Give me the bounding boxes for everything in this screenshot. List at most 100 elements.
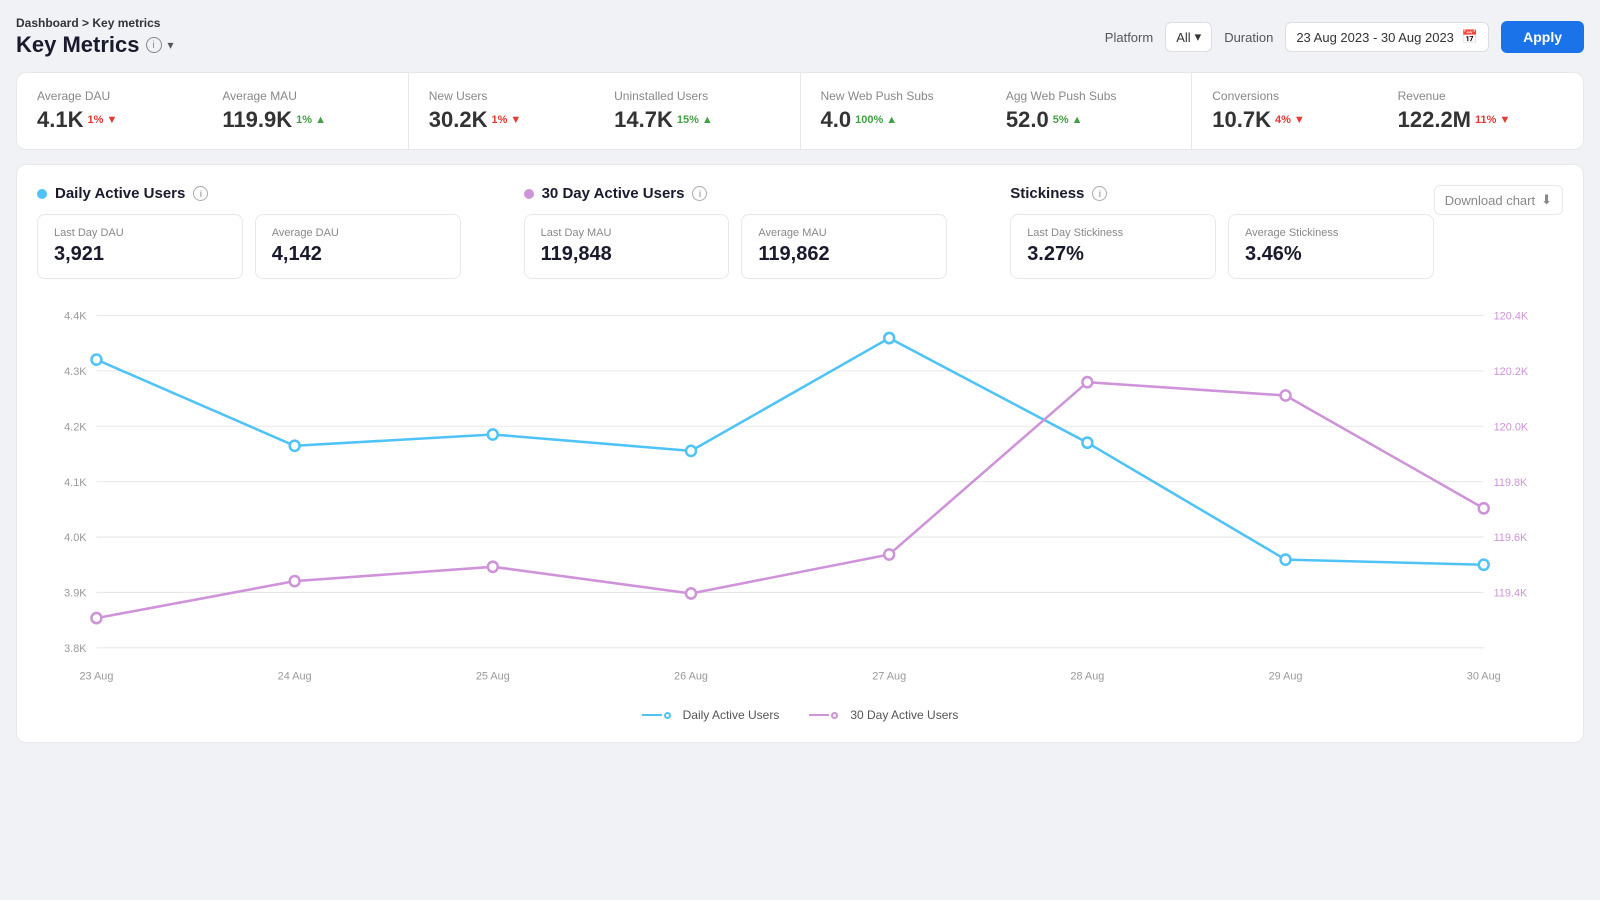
stat-label: Last Day Stickiness [1027, 227, 1199, 239]
metric-change: 15% ▲ [677, 114, 713, 126]
mau-panel: 30 Day Active Users i Last Day MAU 119,8… [524, 185, 978, 279]
average-mau-card: Average MAU 119,862 [741, 214, 947, 279]
chart-header: Daily Active Users i Last Day DAU 3,921 … [37, 185, 1563, 279]
svg-text:3.8K: 3.8K [64, 643, 87, 655]
svg-text:119.4K: 119.4K [1494, 587, 1528, 599]
legend-dau-label: Daily Active Users [683, 708, 780, 722]
svg-text:4.0K: 4.0K [64, 532, 87, 544]
apply-button[interactable]: Apply [1501, 21, 1584, 53]
metric-new-web-push: New Web Push Subs 4.0 100% ▲ [821, 89, 1006, 133]
stat-value: 119,848 [541, 243, 713, 266]
svg-text:27 Aug: 27 Aug [872, 670, 906, 682]
stat-value: 3.27% [1027, 243, 1199, 266]
svg-text:119.6K: 119.6K [1494, 532, 1528, 544]
dau-panel-title: Daily Active Users i [37, 185, 461, 202]
metric-label: New Web Push Subs [821, 89, 986, 103]
svg-text:28 Aug: 28 Aug [1070, 670, 1104, 682]
chart-container: 4.4K 4.3K 4.2K 4.1K 4.0K 3.9K 3.8K 120.4… [37, 295, 1563, 698]
dau-stat-cards: Last Day DAU 3,921 Average DAU 4,142 [37, 214, 461, 279]
svg-text:25 Aug: 25 Aug [476, 670, 510, 682]
metric-group-1: Average DAU 4.1K 1% ▼ Average MAU 119.9K… [17, 73, 409, 149]
metric-group-2: New Users 30.2K 1% ▼ Uninstalled Users 1… [409, 73, 801, 149]
metric-change: 1% ▼ [491, 114, 521, 126]
metric-value: 52.0 5% ▲ [1006, 107, 1171, 133]
page-title-chevron-icon[interactable]: ▾ [168, 38, 174, 52]
svg-text:4.4K: 4.4K [64, 310, 87, 322]
svg-text:120.4K: 120.4K [1494, 310, 1529, 322]
metric-label: Agg Web Push Subs [1006, 89, 1171, 103]
metric-change: 11% ▼ [1475, 114, 1510, 126]
svg-text:4.1K: 4.1K [64, 477, 87, 489]
last-day-stickiness-card: Last Day Stickiness 3.27% [1010, 214, 1216, 279]
dau-dot-icon [37, 189, 47, 199]
metric-new-users: New Users 30.2K 1% ▼ [429, 89, 614, 133]
breadcrumb: Dashboard > Key metrics [16, 16, 174, 30]
stat-value: 119,862 [758, 243, 930, 266]
svg-text:4.3K: 4.3K [64, 366, 87, 378]
platform-chevron-icon: ▾ [1195, 29, 1202, 45]
mau-panel-title: 30 Day Active Users i [524, 185, 948, 202]
svg-text:120.2K: 120.2K [1494, 366, 1529, 378]
stat-value: 3.46% [1245, 243, 1417, 266]
metric-value: 30.2K 1% ▼ [429, 107, 594, 133]
stat-label: Last Day MAU [541, 227, 713, 239]
dau-info-icon[interactable]: i [193, 186, 208, 201]
metric-group-3: New Web Push Subs 4.0 100% ▲ Agg Web Pus… [801, 73, 1193, 149]
metric-average-dau: Average DAU 4.1K 1% ▼ [37, 89, 222, 133]
svg-text:26 Aug: 26 Aug [674, 670, 708, 682]
mau-info-icon[interactable]: i [692, 186, 707, 201]
metric-label: Average DAU [37, 89, 202, 103]
metric-value: 122.2M 11% ▼ [1398, 107, 1563, 133]
stat-value: 3,921 [54, 243, 226, 266]
metric-uninstalled-users: Uninstalled Users 14.7K 15% ▲ [614, 89, 779, 133]
platform-label: Platform [1105, 30, 1153, 45]
metric-value: 119.9K 1% ▲ [222, 107, 387, 133]
metric-value: 14.7K 15% ▲ [614, 107, 779, 133]
metric-value: 10.7K 4% ▼ [1212, 107, 1377, 133]
average-dau-card: Average DAU 4,142 [255, 214, 461, 279]
metric-change: 100% ▲ [855, 114, 897, 126]
metrics-row: Average DAU 4.1K 1% ▼ Average MAU 119.9K… [16, 72, 1584, 150]
stickiness-panel: Stickiness i Last Day Stickiness 3.27% A… [1010, 185, 1434, 279]
metric-label: Uninstalled Users [614, 89, 779, 103]
header-controls: Platform All ▾ Duration 23 Aug 2023 - 30… [1105, 21, 1584, 53]
dau-panel: Daily Active Users i Last Day DAU 3,921 … [37, 185, 491, 279]
legend-dau: Daily Active Users [642, 708, 780, 722]
svg-text:3.9K: 3.9K [64, 587, 87, 599]
metric-conversions: Conversions 10.7K 4% ▼ [1212, 89, 1397, 133]
download-chart-button[interactable]: Download chart ⬇ [1434, 185, 1563, 215]
metric-average-mau: Average MAU 119.9K 1% ▲ [222, 89, 387, 133]
chart-section: Daily Active Users i Last Day DAU 3,921 … [16, 164, 1584, 743]
stat-label: Average Stickiness [1245, 227, 1417, 239]
legend-mau: 30 Day Active Users [809, 708, 958, 722]
duration-input[interactable]: 23 Aug 2023 - 30 Aug 2023 📅 [1285, 22, 1489, 52]
stat-label: Average DAU [272, 227, 444, 239]
average-stickiness-card: Average Stickiness 3.46% [1228, 214, 1434, 279]
stickiness-panel-title: Stickiness i [1010, 185, 1434, 202]
page-title-info-icon[interactable]: i [146, 37, 162, 53]
stat-value: 4,142 [272, 243, 444, 266]
svg-text:23 Aug: 23 Aug [80, 670, 114, 682]
page-title: Key Metrics [16, 32, 140, 58]
calendar-icon: 📅 [1462, 29, 1478, 45]
svg-text:119.8K: 119.8K [1494, 477, 1528, 489]
metric-agg-web-push: Agg Web Push Subs 52.0 5% ▲ [1006, 89, 1171, 133]
svg-text:120.0K: 120.0K [1494, 421, 1529, 433]
platform-select[interactable]: All ▾ [1165, 22, 1212, 52]
metric-label: New Users [429, 89, 594, 103]
stickiness-info-icon[interactable]: i [1092, 186, 1107, 201]
metric-revenue: Revenue 122.2M 11% ▼ [1398, 89, 1563, 133]
metric-change: 1% ▼ [87, 114, 117, 126]
chart-legend: Daily Active Users 30 Day Active Users [37, 708, 1563, 722]
stat-label: Average MAU [758, 227, 930, 239]
metric-label: Conversions [1212, 89, 1377, 103]
download-label: Download chart [1445, 193, 1535, 208]
legend-mau-label: 30 Day Active Users [850, 708, 958, 722]
mau-stat-cards: Last Day MAU 119,848 Average MAU 119,862 [524, 214, 948, 279]
metric-value: 4.1K 1% ▼ [37, 107, 202, 133]
last-day-mau-card: Last Day MAU 119,848 [524, 214, 730, 279]
metric-change: 5% ▲ [1053, 114, 1083, 126]
stickiness-stat-cards: Last Day Stickiness 3.27% Average Sticki… [1010, 214, 1434, 279]
page-wrapper: Dashboard > Key metrics Key Metrics i ▾ … [0, 0, 1600, 900]
svg-text:29 Aug: 29 Aug [1269, 670, 1303, 682]
